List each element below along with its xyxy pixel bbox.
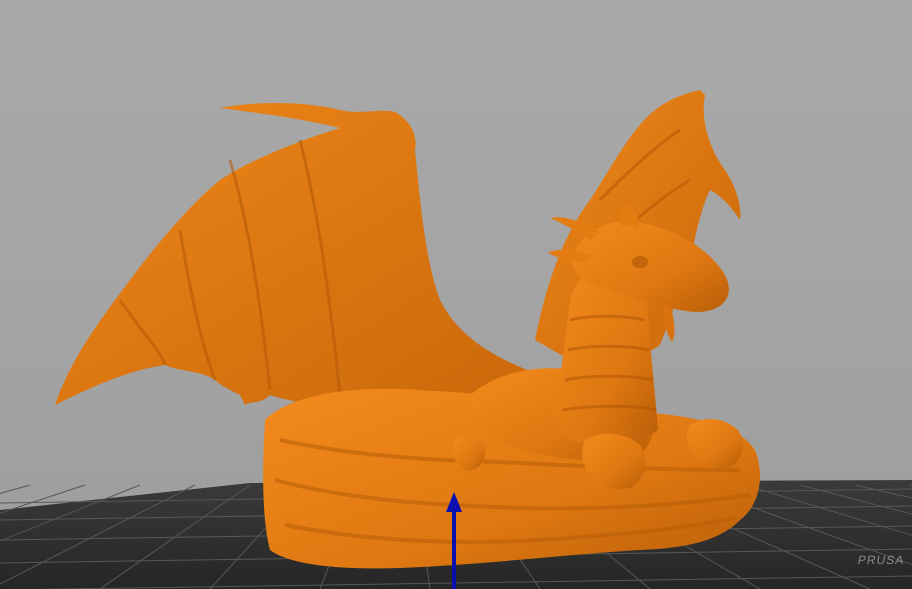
left-wing bbox=[55, 103, 540, 411]
3d-viewport[interactable]: PRUSA bbox=[0, 0, 912, 589]
scene-canvas[interactable] bbox=[0, 0, 912, 589]
bed-logo: PRUSA bbox=[856, 553, 906, 567]
